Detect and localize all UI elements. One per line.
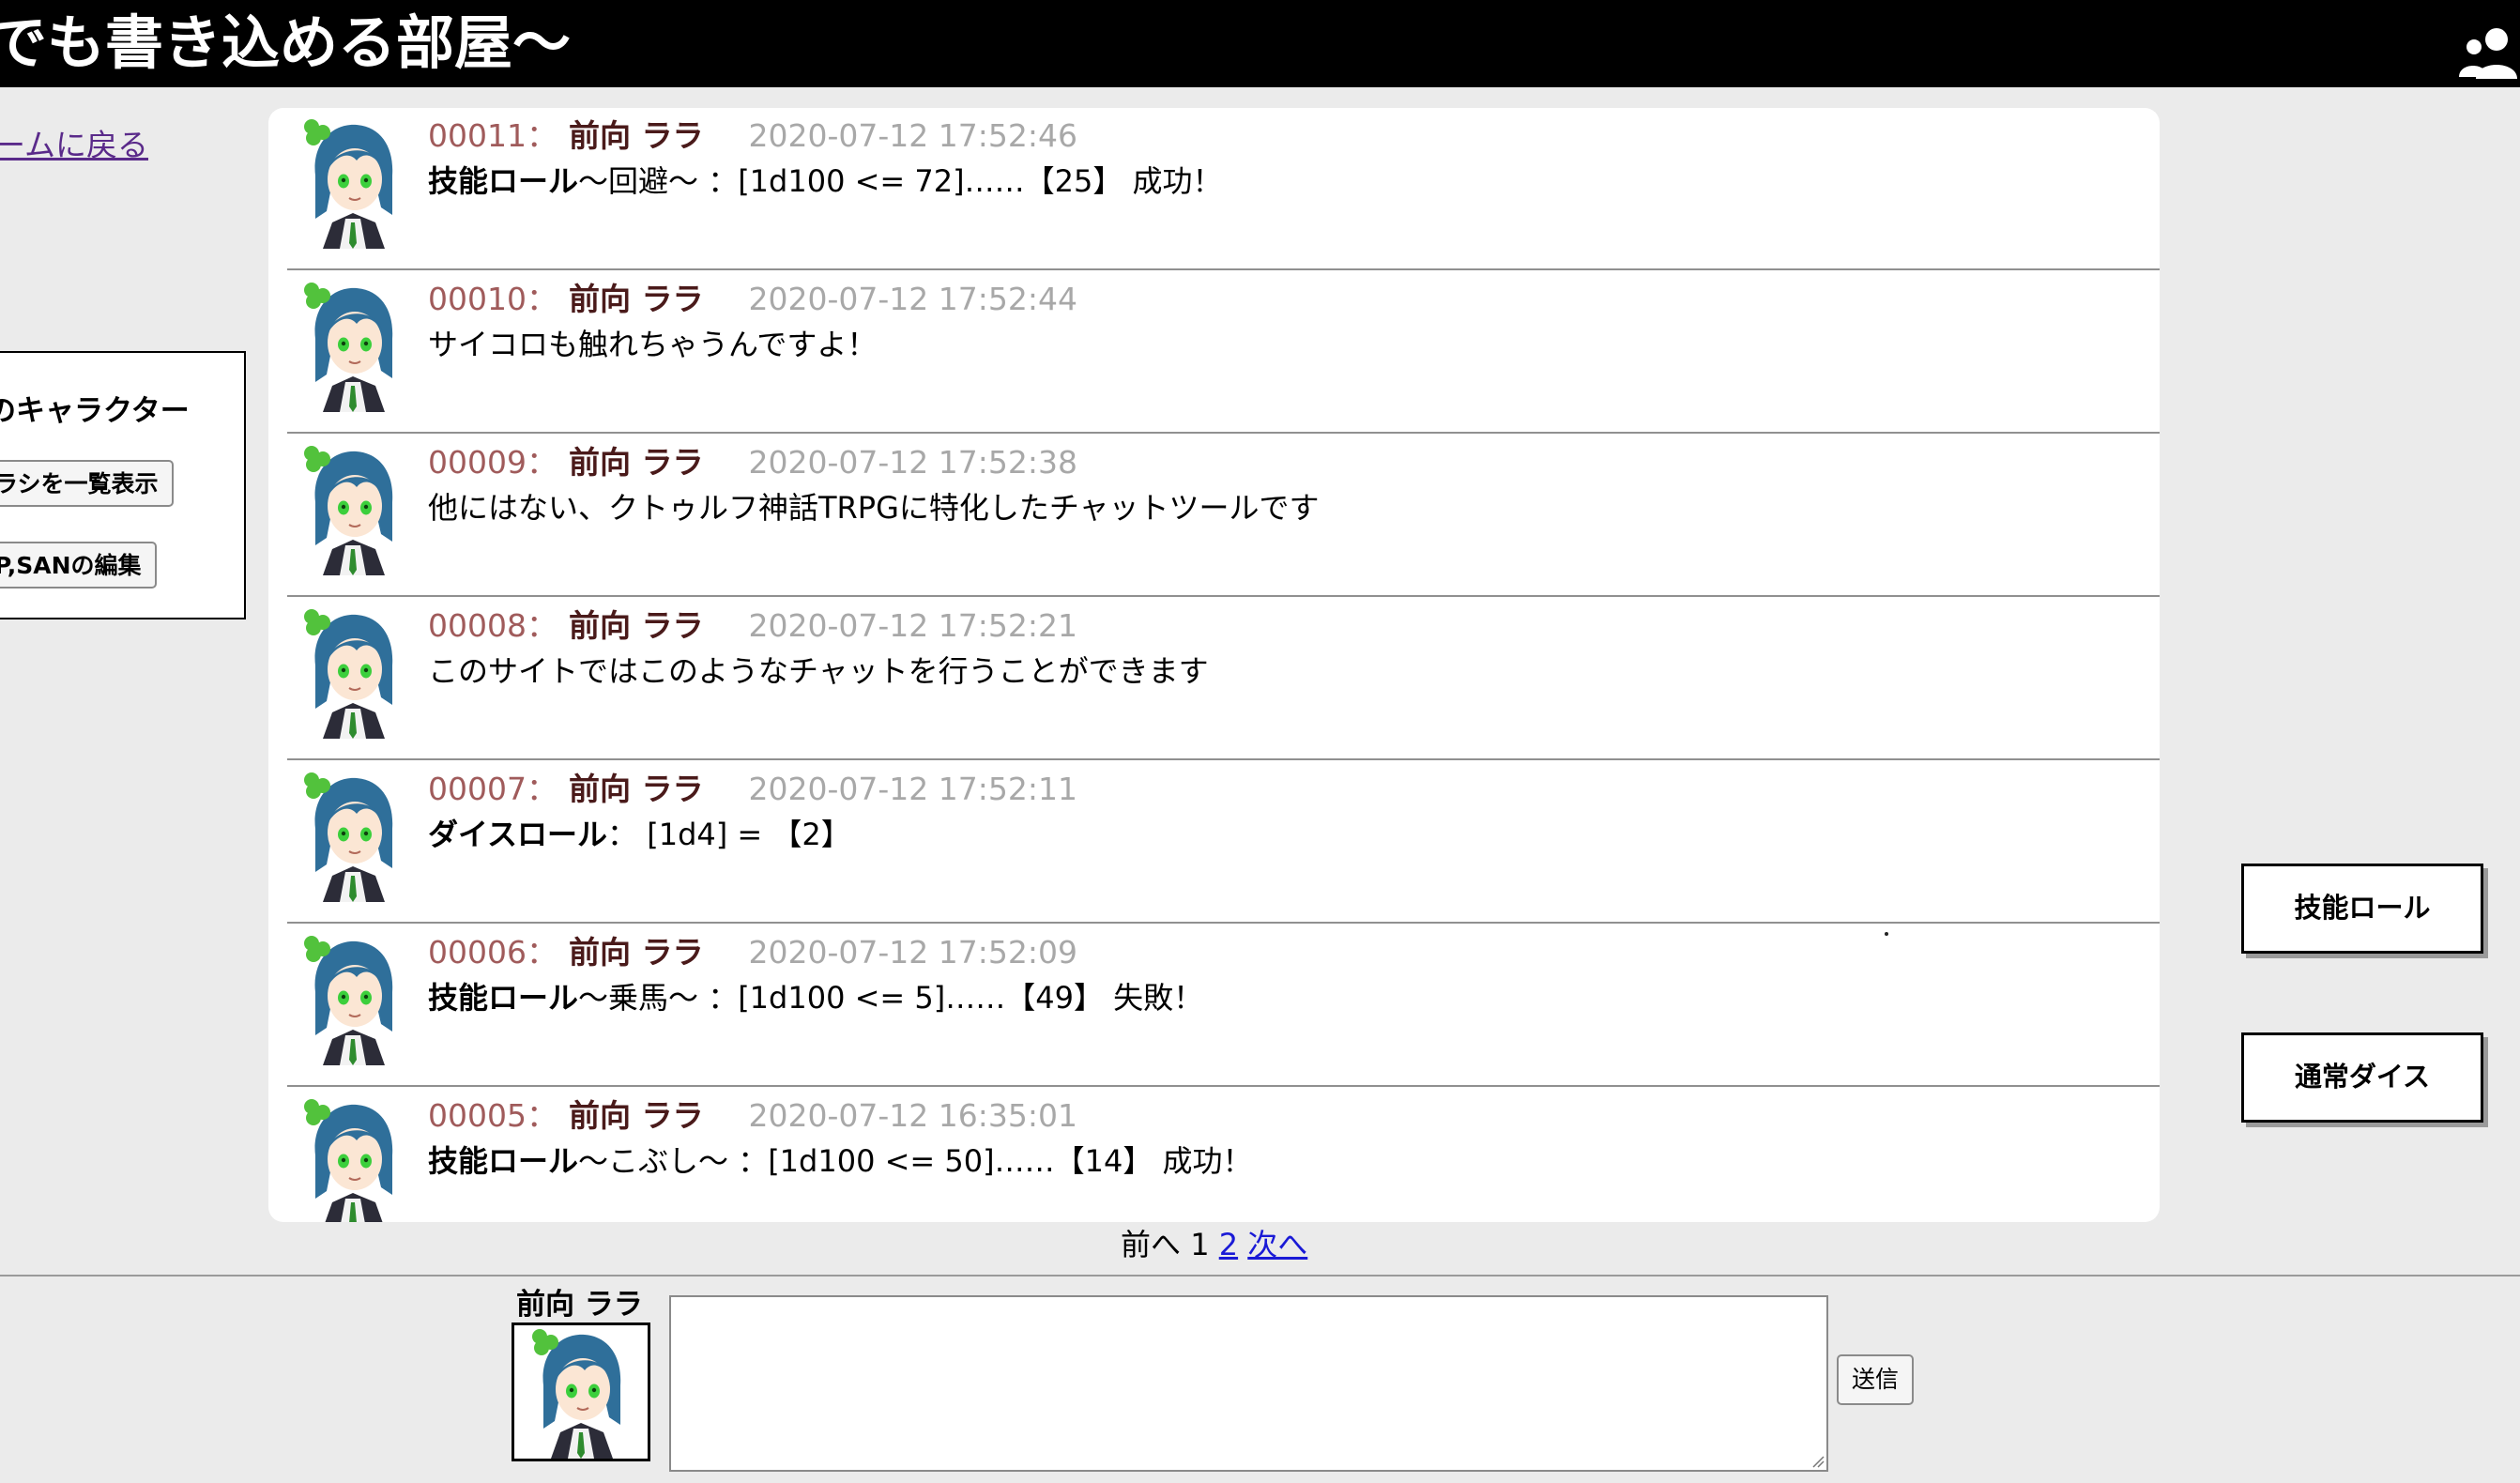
pagination: 前へ 1 2 次へ [1121,1225,1307,1264]
message-body: 技能ロール〜乗馬〜 ：[1d100 <= 5]……【49】 失敗！ [428,979,1203,1017]
message-timestamp: 2020-07-12 17:52:11 [748,771,1077,807]
message-timestamp: 2020-07-12 17:52:21 [748,607,1077,644]
speaker-avatar [295,281,411,412]
message-item: 00010： 前向 ララ 2020-07-12 17:52:44 サイコロも触れちゃ… [287,271,2160,434]
speaker-name: 前向 ララ [568,607,704,644]
speaker-name: 前向 ララ [568,934,704,971]
message-text: 〜こぶし〜 ：[1d100 <= 50]……【14】 成功！ [578,1143,1253,1179]
message-meta: 00006： 前向 ララ 2020-07-12 17:52:09 [428,934,1077,971]
message-text: このサイトではこのようなチャットを行うことができます [428,653,1209,689]
speaker-avatar [295,1097,411,1222]
app-header: でも書き込める部屋〜 [0,0,2520,87]
composer-avatar-image [531,1328,622,1459]
message-text: ： [1d4] = 【2】 [607,817,851,852]
message-text: 〜回避〜 ：[1d100 <= 72]……【25】 成功！ [578,163,1223,199]
edit-hp-san-button[interactable]: P,SANの編集 [0,542,157,589]
message-number: 00009： [428,444,557,481]
message-text: 他にはない、クトゥルフ神話TRPGに特化したチャットツールです [428,490,1320,526]
speaker-avatar [295,771,411,902]
roll-type: 技能ロール [428,980,579,1016]
users-icon[interactable] [2459,24,2520,81]
resize-grip-icon[interactable] [1810,1453,1825,1468]
message-body: 技能ロール〜こぶし〜 ：[1d100 <= 50]……【14】 成功！ [428,1142,1253,1180]
roll-type: 技能ロール [428,1143,579,1179]
speaker-name: 前向 ララ [568,117,704,154]
message-timestamp: 2020-07-12 17:52:44 [748,281,1077,317]
message-item: 00011： 前向 ララ 2020-07-12 17:52:46 技能ロール〜回避〜… [287,108,2160,270]
message-body: 技能ロール〜回避〜 ：[1d100 <= 72]……【25】 成功！ [428,162,1223,200]
message-text: 〜乗馬〜 ：[1d100 <= 5]……【49】 失敗！ [578,980,1204,1016]
message-meta: 00009： 前向 ララ 2020-07-12 17:52:38 [428,444,1077,482]
message-item: 00006： 前向 ララ 2020-07-12 17:52:09 技能ロール〜乗馬〜… [287,925,2160,1087]
message-input[interactable] [669,1295,1828,1472]
pagination-page-2[interactable]: 2 [1219,1227,1238,1262]
message-meta: 00005： 前向 ララ 2020-07-12 16:35:01 [428,1097,1077,1135]
chat-log[interactable]: 00011： 前向 ララ 2020-07-12 17:52:46 技能ロール〜回避〜… [268,108,2160,1222]
page-title: でも書き込める部屋〜 [0,8,572,77]
roll-type: ダイスロール [428,817,608,852]
message-meta: 00007： 前向 ララ 2020-07-12 17:52:11 [428,771,1077,808]
speaker-name: 前向 ララ [568,444,704,481]
message-number: 00010： [428,281,557,317]
message-timestamp: 2020-07-12 17:52:46 [748,117,1077,154]
pagination-next[interactable]: 次へ [1247,1227,1307,1262]
speaker-avatar [295,444,411,575]
message-timestamp: 2020-07-12 16:35:01 [748,1097,1077,1134]
speaker-avatar [295,607,411,739]
message-body: 他にはない、クトゥルフ神話TRPGに特化したチャットツールです [428,489,1320,527]
composer-speaker-name: 前向 ララ [516,1288,643,1322]
character-panel: のキャラクター ラシを一覧表示 P,SANの編集 [0,351,246,619]
message-item: 00009： 前向 ララ 2020-07-12 17:52:38 他にはない、クトゥ… [287,435,2160,597]
message-meta: 00010： 前向 ララ 2020-07-12 17:52:44 [428,281,1077,318]
message-timestamp: 2020-07-12 17:52:09 [748,934,1077,971]
stray-dot [1885,932,1888,936]
speaker-name: 前向 ララ [568,771,704,807]
normal-dice-button[interactable]: 通常ダイス [2241,1032,2483,1123]
message-meta: 00008： 前向 ララ 2020-07-12 17:52:21 [428,607,1077,645]
message-number: 00011： [428,117,557,154]
message-number: 00007： [428,771,557,807]
pagination-page-current: 1 [1190,1227,1210,1262]
message-number: 00008： [428,607,557,644]
message-body: ダイスロール： [1d4] = 【2】 [428,816,851,853]
skill-roll-button[interactable]: 技能ロール [2241,864,2483,954]
message-timestamp: 2020-07-12 17:52:38 [748,444,1077,481]
message-number: 00006： [428,934,557,971]
pagination-prev: 前へ [1121,1227,1182,1262]
composer-avatar[interactable] [512,1322,650,1461]
message-item: 00008： 前向 ララ 2020-07-12 17:52:21 このサイトではこの… [287,598,2160,760]
message-number: 00005： [428,1097,557,1134]
message-meta: 00011： 前向 ララ 2020-07-12 17:52:46 [428,117,1077,155]
message-text: サイコロも触れちゃうんですよ！ [428,327,878,362]
speaker-name: 前向 ララ [568,281,704,317]
back-to-home-link[interactable]: ームに戻る [0,120,148,165]
message-item: 00007： 前向 ララ 2020-07-12 17:52:11 ダイスロール： [… [287,761,2160,924]
speaker-avatar [295,934,411,1065]
roll-type: 技能ロール [428,163,579,199]
speaker-avatar [295,117,411,249]
send-button[interactable]: 送信 [1837,1354,1915,1405]
speaker-name: 前向 ララ [568,1097,704,1134]
list-characters-button[interactable]: ラシを一覧表示 [0,460,174,507]
message-body: サイコロも触れちゃうんですよ！ [428,326,877,363]
message-body: このサイトではこのようなチャットを行うことができます [428,652,1209,690]
character-panel-title: のキャラクター [0,394,190,428]
message-item: 00005： 前向 ララ 2020-07-12 16:35:01 技能ロール〜こぶし… [287,1088,2160,1222]
